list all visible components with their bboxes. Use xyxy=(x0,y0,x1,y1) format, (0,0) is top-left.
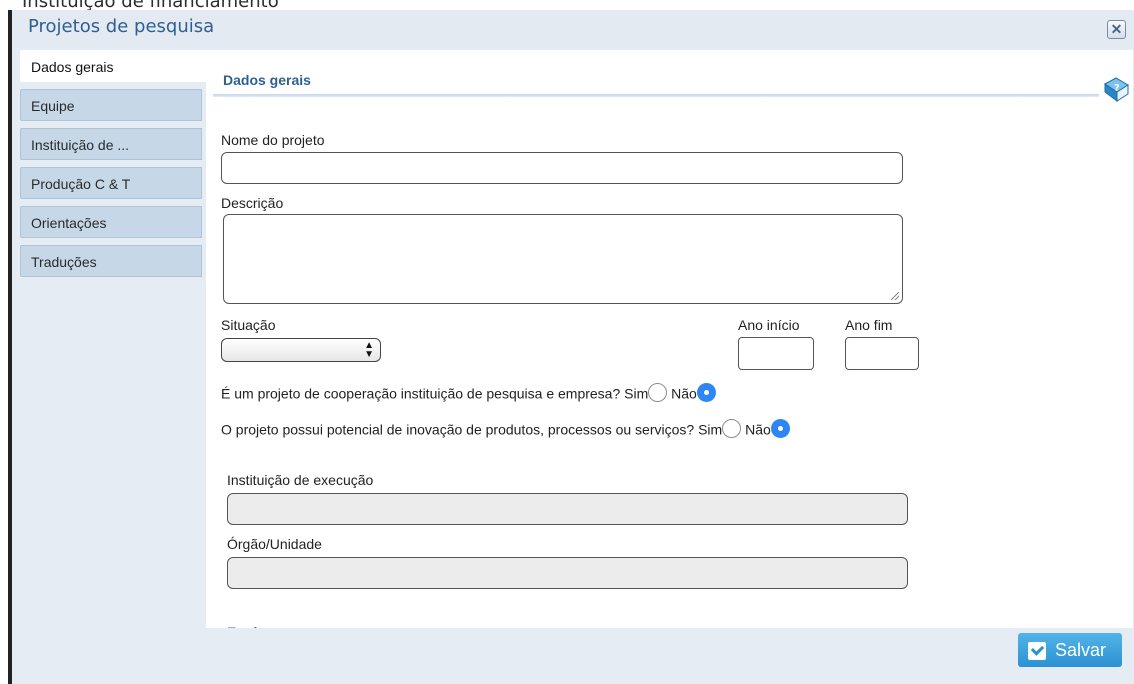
descricao-label: Descrição xyxy=(221,195,284,211)
cooperacao-question: É um projeto de cooperação instituição d… xyxy=(221,383,716,403)
svg-text:?: ? xyxy=(1114,83,1120,94)
tab-content-panel[interactable]: Dados gerais ? Nome do projeto Descrição… xyxy=(206,50,1133,628)
instituicao-execucao-label: Instituição de execução xyxy=(227,472,374,488)
inovacao-sim-radio[interactable] xyxy=(722,419,742,438)
save-button-label: Salvar xyxy=(1055,640,1107,660)
cooperacao-question-text: É um projeto de cooperação instituição d… xyxy=(221,385,621,402)
projetos-dialog: Projetos de pesquisa ✕ Dados gerais Equi… xyxy=(8,10,1134,684)
descricao-textarea[interactable] xyxy=(223,214,903,304)
inovacao-sim-label: Sim xyxy=(698,421,723,438)
orgao-unidade-field[interactable] xyxy=(227,557,908,589)
tab-traducoes[interactable]: Traduções xyxy=(20,245,202,277)
cooperacao-sim-label: Sim xyxy=(624,385,649,402)
nome-input[interactable] xyxy=(221,152,903,184)
section-title: Dados gerais xyxy=(223,72,311,88)
tab-equipe[interactable]: Equipe xyxy=(20,89,202,121)
ano-fim-label: Ano fim xyxy=(845,317,893,333)
ano-inicio-input[interactable] xyxy=(738,337,814,370)
cooperacao-nao-radio[interactable] xyxy=(696,383,716,402)
tab-dados-gerais[interactable]: Dados gerais xyxy=(20,50,206,82)
dialog-title: Projetos de pesquisa xyxy=(28,16,215,37)
ano-inicio-label: Ano início xyxy=(738,317,800,333)
select-arrows-icon: ▲ ▼ xyxy=(364,340,374,360)
check-icon xyxy=(1028,642,1046,660)
nome-label: Nome do projeto xyxy=(221,132,325,148)
cooperacao-nao-label: Não xyxy=(671,385,697,402)
inovacao-question-text: O projeto possui potencial de inovação d… xyxy=(221,421,695,438)
tab-orientacoes[interactable]: Orientações xyxy=(20,206,202,238)
save-button[interactable]: Salvar xyxy=(1018,633,1122,667)
instituicao-execucao-field[interactable] xyxy=(227,493,908,525)
situacao-select[interactable]: ▲ ▼ xyxy=(221,338,381,362)
tab-producao[interactable]: Produção C & T xyxy=(20,167,202,199)
ano-fim-input[interactable] xyxy=(845,337,919,370)
tab-instituicao[interactable]: Instituição de ... xyxy=(20,128,202,160)
inovacao-nao-radio[interactable] xyxy=(770,419,790,438)
help-book-icon[interactable]: ? xyxy=(1102,76,1130,102)
dialog-titlebar: Projetos de pesquisa ✕ xyxy=(12,10,1134,48)
inovacao-nao-label: Não xyxy=(745,421,771,438)
resize-grip-icon[interactable] xyxy=(891,292,899,300)
close-icon[interactable]: ✕ xyxy=(1107,20,1126,39)
equipe-section-title: Equipe xyxy=(227,620,274,628)
tab-list: Dados gerais Equipe Instituição de ... P… xyxy=(20,50,206,284)
section-divider xyxy=(213,94,1099,97)
inovacao-question: O projeto possui potencial de inovação d… xyxy=(221,419,790,439)
cooperacao-sim-radio[interactable] xyxy=(648,383,668,402)
situacao-label: Situação xyxy=(221,317,276,333)
orgao-unidade-label: Órgão/Unidade xyxy=(227,536,322,552)
